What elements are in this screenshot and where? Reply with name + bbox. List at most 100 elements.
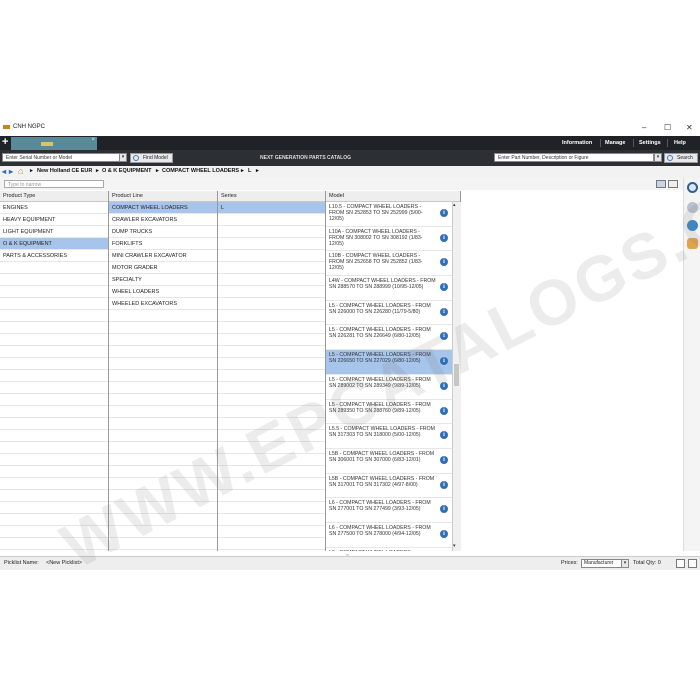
home-icon[interactable]: ⌂ xyxy=(18,166,23,176)
empty-row xyxy=(218,526,325,538)
catalog-tab[interactable]: × xyxy=(11,137,97,150)
breadcrumb-item-brand[interactable]: New Holland CE EUR xyxy=(37,168,92,174)
breadcrumb-item-line[interactable]: COMPACT WHEEL LOADERS xyxy=(162,168,239,174)
empty-row xyxy=(0,370,108,382)
scroll-down-icon[interactable]: ▾ xyxy=(453,543,456,549)
search-button[interactable]: Search xyxy=(664,153,698,163)
model-item-label: L4W - COMPACT WHEEL LOADERS - FROM SN 28… xyxy=(329,278,436,291)
info-icon[interactable]: i xyxy=(440,431,448,440)
column-divider xyxy=(325,191,326,551)
product-line-item[interactable]: FORKLIFTS xyxy=(109,238,217,250)
empty-row xyxy=(218,322,325,334)
info-icon[interactable]: i xyxy=(440,455,448,464)
empty-row xyxy=(109,406,217,418)
find-model-button[interactable]: Find Model xyxy=(130,153,173,163)
model-item[interactable]: L10.5 - COMPACT WHEEL LOADERS - FROM SN … xyxy=(326,202,452,227)
maximize-button[interactable]: ☐ xyxy=(664,123,671,132)
narrow-filter-input[interactable]: Type to narrow xyxy=(4,180,104,188)
empty-row xyxy=(0,262,108,274)
brand-logo-icon xyxy=(41,142,53,146)
info-icon[interactable]: i xyxy=(440,233,448,242)
forward-arrow-icon[interactable]: ▸ xyxy=(9,167,13,176)
empty-row xyxy=(218,310,325,322)
empty-row xyxy=(0,454,108,466)
model-item[interactable]: L6 - COMPACT WHEEL LOADERS - FROM SN 277… xyxy=(326,498,452,523)
empty-row xyxy=(109,310,217,322)
menu-settings[interactable]: Settings xyxy=(639,140,661,146)
product-type-item[interactable]: PARTS & ACCESSORIES xyxy=(0,250,108,262)
search-icon xyxy=(667,155,673,161)
find-model-label: Find Model xyxy=(143,155,168,161)
prices-dropdown-button[interactable]: ▾ xyxy=(621,559,629,568)
empty-row xyxy=(0,346,108,358)
menu-information[interactable]: Information xyxy=(562,140,592,146)
info-icon[interactable]: i xyxy=(440,209,448,217)
minimize-button[interactable]: – xyxy=(642,123,646,132)
info-icon[interactable]: i xyxy=(440,283,448,292)
product-type-item[interactable]: ENGINES xyxy=(0,202,108,214)
search-icon xyxy=(133,155,139,161)
info-icon[interactable]: i xyxy=(440,529,448,538)
part-search-input[interactable]: Enter Part Number, Description or Figure xyxy=(494,153,654,162)
scroll-up-icon[interactable]: ▴ xyxy=(453,202,456,208)
prices-label: Prices: xyxy=(561,560,578,566)
model-item[interactable]: L5B - COMPACT WHEEL LOADERS - FROM SN 30… xyxy=(326,449,452,474)
product-type-item[interactable]: O & K EQUIPMENT xyxy=(0,238,108,250)
empty-row xyxy=(109,418,217,430)
serial-search-input[interactable]: Enter Serial Number or Model xyxy=(2,153,120,162)
empty-row xyxy=(109,322,217,334)
empty-row xyxy=(0,358,108,370)
empty-row xyxy=(218,346,325,358)
back-arrow-icon[interactable]: ◂ xyxy=(2,167,6,176)
picklist-print-icon[interactable] xyxy=(688,559,697,568)
tab-close-icon[interactable]: × xyxy=(91,137,95,143)
product-line-item[interactable]: CRAWLER EXCAVATORS xyxy=(109,214,217,226)
serial-dropdown-button[interactable]: ▾ xyxy=(119,153,127,162)
product-line-item[interactable]: SPECIALTY xyxy=(109,274,217,286)
breadcrumb-item-ok[interactable]: O & K EQUIPMENT xyxy=(102,168,152,174)
model-item[interactable]: L6 - COMPACT WHEEL LOADERS -i xyxy=(326,548,452,551)
catalog-title: NEXT GENERATION PARTS CATALOG xyxy=(260,155,352,161)
breadcrumb-item-series[interactable]: L xyxy=(248,168,251,174)
list-view-icon[interactable] xyxy=(656,180,666,188)
close-window-button[interactable]: ✕ xyxy=(686,123,693,132)
product-line-item[interactable]: DUMP TRUCKS xyxy=(109,226,217,238)
product-type-item[interactable]: LIGHT EQUIPMENT xyxy=(0,226,108,238)
picklist-open-icon[interactable] xyxy=(676,559,685,568)
info-icon[interactable]: i xyxy=(440,480,448,489)
model-item-label: L6 - COMPACT WHEEL LOADERS - FROM SN 277… xyxy=(329,524,431,537)
model-item[interactable]: L10B - COMPACT WHEEL LOADERS - FROM SN 2… xyxy=(326,251,452,277)
model-item-label: L6 - COMPACT WHEEL LOADERS - FROM SN 277… xyxy=(329,500,431,513)
product-type-item[interactable]: HEAVY EQUIPMENT xyxy=(0,214,108,226)
product-line-item[interactable]: MOTOR GRADER xyxy=(109,262,217,274)
empty-row xyxy=(218,286,325,298)
column-header-product-line: Product Line xyxy=(109,191,217,202)
product-line-item[interactable]: WHEELED EXCAVATORS xyxy=(109,298,217,310)
product-line-item[interactable]: MINI CRAWLER EXCAVATOR xyxy=(109,250,217,262)
empty-row xyxy=(109,370,217,382)
breadcrumb-separator-icon: ▸ xyxy=(241,168,244,174)
menu-manage[interactable]: Manage xyxy=(605,140,625,146)
empty-row xyxy=(0,430,108,442)
model-item[interactable]: L10A - COMPACT WHEEL LOADERS - FROM SN 3… xyxy=(326,227,452,252)
menu-help[interactable]: Help xyxy=(674,140,686,146)
splitter-handle-icon[interactable]: ═ xyxy=(346,552,354,557)
menu-separator xyxy=(667,139,668,147)
empty-row xyxy=(218,238,325,250)
series-item[interactable]: L xyxy=(218,202,325,214)
model-item-label: L10A - COMPACT WHEEL LOADERS - FROM SN 3… xyxy=(329,228,423,247)
part-dropdown-button[interactable]: ▾ xyxy=(654,153,662,162)
column-header-series: Series xyxy=(218,191,325,202)
grid-view-icon[interactable] xyxy=(668,180,678,188)
info-icon[interactable]: i xyxy=(440,406,448,415)
model-item[interactable]: L4W - COMPACT WHEEL LOADERS - FROM SN 28… xyxy=(326,276,452,301)
model-item[interactable]: L6 - COMPACT WHEEL LOADERS - FROM SN 277… xyxy=(326,523,452,548)
empty-row xyxy=(218,274,325,286)
model-item[interactable]: L5B - COMPACT WHEEL LOADERS - FROM SN 31… xyxy=(326,474,452,499)
info-icon[interactable]: i xyxy=(440,258,448,267)
product-line-item[interactable]: WHEEL LOADERS xyxy=(109,286,217,298)
search-button-label: Search xyxy=(677,155,693,161)
new-tab-plus-icon[interactable]: + xyxy=(2,136,8,148)
info-icon[interactable]: i xyxy=(440,505,448,514)
product-line-item[interactable]: COMPACT WHEEL LOADERS xyxy=(109,202,217,214)
